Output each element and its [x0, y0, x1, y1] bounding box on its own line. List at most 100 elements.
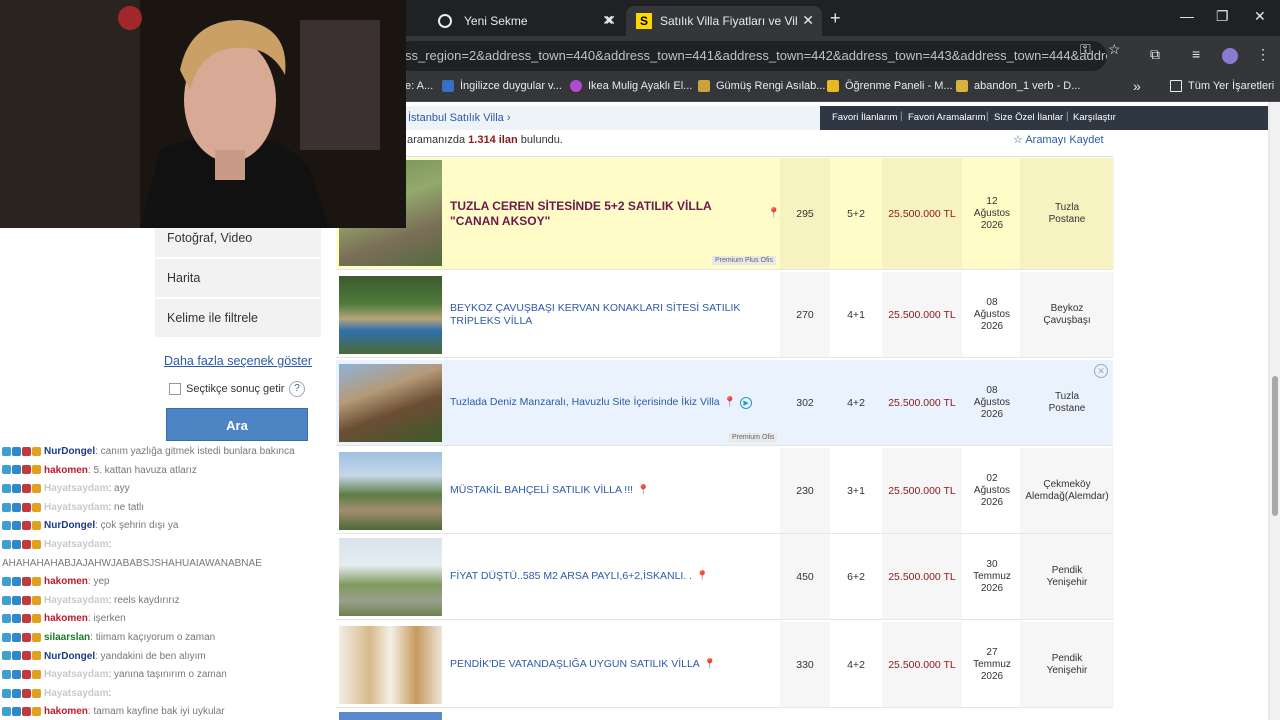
listing-row[interactable]: PENDİK'DE VATANDAŞLIĞA UYGUN SATILIK VİL… [336, 622, 1113, 708]
bookmark-item[interactable]: Ikea Mulig Ayaklı El... [570, 80, 692, 92]
listing-rooms: 4+2 [847, 396, 865, 409]
listing-row[interactable]: TUZLA CEREN SİTESİNDE 5+2 SATILIK VİLLA … [336, 158, 1113, 270]
premium-badge: Premium Plus Ofis [712, 256, 776, 265]
close-icon[interactable]: ✕ [1094, 364, 1108, 378]
bookmark-item[interactable]: Gümüş Rengi Asılab... [698, 80, 825, 92]
address-bar[interactable]: ss_region=2&address_town=440&address_tow… [395, 41, 1107, 71]
result-summary: aramanızda 1.314 ilan bulundu. [407, 134, 563, 146]
close-tab-icon[interactable]: ✕ [802, 12, 814, 29]
sidebar-item-map[interactable]: Harita [155, 259, 321, 297]
listing-date: 12 Ağustos 2026 [973, 195, 1011, 231]
extensions-icon[interactable]: ⧉ [1150, 46, 1160, 63]
listing-price: 25.500.000 TL [888, 396, 956, 409]
premium-badge: Premium Ofis [729, 433, 778, 442]
listing-photo[interactable] [339, 626, 442, 704]
webcam-image [0, 0, 406, 228]
close-window-icon[interactable]: ✕ [1254, 8, 1266, 25]
minimize-icon[interactable]: — [1180, 8, 1194, 24]
chat-message: NurDongel: çok şehrin dışı ya [2, 520, 178, 531]
chat-badges [2, 632, 42, 643]
badge-icon [2, 707, 11, 717]
listing-location: Çekmeköy Alemdağ(Alemdar) [1025, 478, 1109, 502]
listing-title[interactable]: Tuzlada Deniz Manzaralı, Havuzlu Site İç… [450, 396, 720, 409]
tab-active[interactable]: S Satılık Villa Fiyatları ve Villa İlanl… [626, 6, 822, 36]
listing-photo[interactable] [339, 452, 442, 530]
chat-message: Hayatsaydam: yanına taşınırım o zaman [2, 669, 227, 680]
listing-title[interactable]: TUZLA CEREN SİTESİNDE 5+2 SATILIK VİLLA … [450, 199, 764, 229]
bookmark-item[interactable]: e: A... [405, 80, 433, 92]
bookmarks-overflow-icon[interactable]: » [1133, 78, 1141, 94]
chat-badges [2, 651, 42, 662]
close-tab-icon[interactable]: ✕ [604, 12, 616, 29]
breadcrumb-link[interactable]: İstanbul Satılık Villa [408, 112, 504, 124]
chat-message: AHAHAHAHABJAJAHWJABABSJSHAHUAIAWANABNAE [2, 558, 262, 569]
help-icon[interactable]: ? [289, 381, 305, 397]
badge-icon [2, 446, 11, 456]
new-tab-icon[interactable]: + [830, 8, 841, 29]
listing-title[interactable]: PENDİK'DE VATANDAŞLIĞA UYGUN SATILIK VİL… [450, 658, 700, 671]
scrollbar-thumb[interactable] [1272, 376, 1278, 516]
all-bookmarks[interactable]: Tüm Yer İşaretleri [1170, 80, 1274, 92]
badge-icon [22, 521, 31, 531]
webcam-overlay [0, 0, 406, 228]
badge-icon [12, 539, 21, 549]
pin-icon: 📍 [723, 397, 737, 408]
bookmark-item[interactable]: İngilizce duygular v... [442, 80, 562, 92]
listing-row[interactable]: BEYKOZ ÇAVUŞBAŞI KERVAN KONAKLARI SİTESİ… [336, 272, 1113, 358]
badge-icon [32, 539, 41, 549]
favorite-searches-link[interactable]: Favori Aramalarım [908, 112, 986, 123]
listing-row[interactable]: Tuzlada Deniz Manzaralı, Havuzlu Site İç… [336, 360, 1113, 446]
badge-icon [12, 521, 21, 531]
listing-photo[interactable] [339, 276, 442, 354]
key-icon[interactable]: ⚿ [1080, 41, 1091, 58]
badge-icon [12, 595, 21, 605]
chat-message: hakomen: 5. kattan havuza atlarız [2, 465, 197, 476]
listing-row[interactable]: MÜSTAKİL BAHÇELİ SATILIK VİLLA !!! 📍 230 … [336, 448, 1113, 534]
chat-username: Hayatsaydam [44, 483, 109, 495]
bookmark-icon [827, 80, 839, 92]
search-button[interactable]: Ara [166, 408, 308, 441]
chat-username: Hayatsaydam [44, 594, 109, 606]
listing-photo[interactable] [339, 538, 442, 616]
chat-message: Hayatsaydam: [2, 539, 111, 550]
stream-chat-overlay: NurDongel: canım yazlığa gitmek istedi b… [0, 442, 336, 720]
more-options-link[interactable]: Daha fazla seçenek göster [164, 354, 312, 368]
compare-link[interactable]: Karşılaştır [1073, 112, 1116, 123]
listing-price: 25.500.000 TL [888, 207, 956, 220]
sidebar-item-keyword-filter[interactable]: Kelime ile filtrele [155, 299, 321, 337]
listing-photo[interactable] [339, 364, 442, 442]
star-icon[interactable]: ☆ [1108, 41, 1121, 58]
badge-icon [12, 614, 21, 624]
pin-icon: 📍 [767, 208, 780, 219]
bookmark-item[interactable]: Öğrenme Paneli - M... [827, 80, 953, 92]
profile-icon[interactable] [1222, 48, 1238, 64]
badge-icon [22, 670, 31, 680]
chat-username: NurDongel [44, 520, 96, 532]
media-icon[interactable]: ≡ [1192, 46, 1200, 62]
listing-row-partial[interactable] [336, 710, 1113, 720]
favorite-listings-link[interactable]: Favori İlanlarım [832, 112, 897, 123]
listing-title[interactable]: MÜSTAKİL BAHÇELİ SATILIK VİLLA !!! [450, 484, 633, 497]
chat-username: hakomen [44, 576, 88, 588]
special-listings-link[interactable]: Size Özel İlanlar [994, 112, 1063, 123]
chat-text: : [108, 539, 112, 550]
listing-title[interactable]: FİYAT DÜŞTÜ..585 M2 ARSA PAYLI,6+2,İSKAN… [450, 570, 692, 583]
badge-icon [22, 651, 31, 661]
listing-row[interactable]: FİYAT DÜŞTÜ..585 M2 ARSA PAYLI,6+2,İSKAN… [336, 534, 1113, 620]
auto-results-checkbox[interactable] [169, 383, 181, 395]
listing-title[interactable]: BEYKOZ ÇAVUŞBAŞI KERVAN KONAKLARI SİTESİ… [450, 302, 780, 328]
badge-icon [32, 484, 41, 494]
chat-username: silaarslan [44, 632, 91, 643]
listing-photo[interactable] [339, 712, 442, 720]
tab-label: Satılık Villa Fiyatları ve Villa İlanlar… [660, 14, 798, 28]
save-search-link[interactable]: ☆ Aramayı Kaydet [1013, 133, 1104, 146]
badge-icon [2, 651, 11, 661]
play-icon[interactable]: ▶ [740, 396, 753, 409]
bookmark-item[interactable]: abandon_1 verb - D... [956, 80, 1080, 92]
tab-new[interactable]: Yeni Sekme ✕ [428, 6, 624, 36]
chat-badges [2, 520, 42, 531]
maximize-icon[interactable]: ❐ [1216, 8, 1229, 25]
folder-icon [1170, 80, 1182, 92]
scrollbar[interactable] [1270, 102, 1280, 720]
menu-icon[interactable]: ⋮ [1256, 46, 1270, 63]
